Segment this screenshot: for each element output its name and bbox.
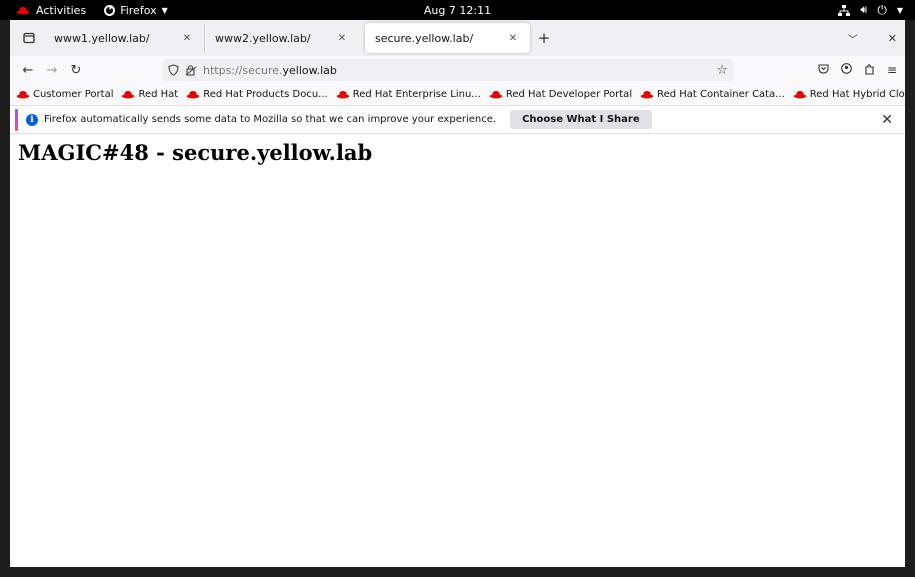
bookmarks-toolbar: Customer Portal Red Hat Red Hat Products… [10, 84, 905, 106]
toolbar-right: ≡ [818, 56, 897, 84]
bookmark-container-catalog[interactable]: Red Hat Container Cata... [640, 89, 785, 100]
app-menu-firefox[interactable]: Firefox ▼ [104, 4, 168, 17]
back-button[interactable]: ← [16, 58, 40, 82]
bookmark-red-hat[interactable]: Red Hat [121, 89, 178, 100]
extensions-icon[interactable] [864, 63, 875, 78]
network-icon [838, 4, 851, 16]
tab-www2[interactable]: www2.yellow.lab/ ✕ [204, 23, 359, 53]
plus-icon: + [537, 29, 551, 47]
volume-icon: 🔊︎ [860, 3, 868, 16]
page-heading: MAGIC#48 - secure.yellow.lab [18, 140, 373, 165]
bookmark-label: Red Hat [138, 89, 179, 100]
bookmark-label: Red Hat Enterprise Linu... [352, 89, 481, 100]
close-window-icon[interactable]: ✕ [888, 32, 897, 45]
redhat-logo-icon [122, 91, 135, 99]
firefox-view-button[interactable] [14, 23, 44, 53]
tab-title: www2.yellow.lab/ [215, 31, 311, 45]
power-icon: ⏻ [877, 2, 887, 17]
notification-message: Firefox automatically sends some data to… [44, 114, 497, 125]
bookmark-label: Red Hat Container Cata... [657, 89, 785, 100]
close-icon[interactable]: ✕ [335, 33, 349, 44]
bookmark-label: Customer Portal [33, 89, 114, 100]
activities-button[interactable]: Activities [16, 4, 86, 17]
url-bar[interactable]: https://secure.yellow.lab ☆ [162, 59, 734, 81]
page-content: MAGIC#48 - secure.yellow.lab [10, 134, 905, 171]
data-collection-notification-bar: i Firefox automatically sends some data … [10, 106, 905, 134]
pocket-icon[interactable] [818, 63, 829, 77]
activities-label: Activities [36, 3, 87, 17]
navigation-toolbar: ← → ↻ https://secure.yellow.lab ☆ ≡ [10, 56, 905, 84]
firefox-window: www1.yellow.lab/ ✕ www2.yellow.lab/ ✕ se… [10, 20, 905, 567]
firefox-icon [104, 4, 116, 16]
tracking-protection-shield-icon [168, 64, 179, 76]
tabstrip-controls: ﹀ ✕ [848, 20, 897, 56]
chevron-down-icon: ▼ [896, 5, 903, 15]
clock-label[interactable]: Aug 7 12:11 [424, 4, 491, 17]
tab-www1[interactable]: www1.yellow.lab/ ✕ [44, 23, 204, 53]
bookmark-hybrid-cloud[interactable]: Red Hat Hybrid Cloud ... [793, 89, 905, 100]
new-tab-button[interactable]: + [530, 24, 558, 52]
lock-warning-icon [185, 65, 197, 76]
tab-title: secure.yellow.lab/ [375, 31, 474, 45]
redhat-logo-icon [16, 6, 30, 14]
redhat-logo-icon [336, 91, 349, 99]
url-host: yellow.lab [282, 63, 337, 77]
redhat-logo-icon [640, 91, 654, 99]
list-all-tabs-chevron-icon[interactable]: ﹀ [848, 31, 858, 46]
system-tray[interactable]: 🔊︎ ⏻ ▼ [838, 0, 903, 20]
arrow-left-icon: ← [22, 62, 34, 78]
forward-button[interactable]: → [40, 58, 64, 82]
bookmark-label: Red Hat Hybrid Cloud ... [809, 89, 905, 100]
bookmark-enterprise-linux[interactable]: Red Hat Enterprise Linu... [336, 89, 481, 100]
choose-what-i-share-button[interactable]: Choose What I Share [510, 110, 652, 129]
close-icon[interactable]: ✕ [881, 112, 893, 128]
gnome-top-bar: Activities Firefox ▼ Aug 7 12:11 🔊︎ ⏻ ▼ [0, 0, 915, 20]
url-protocol: https://secure. [203, 63, 283, 77]
redhat-logo-icon [489, 91, 503, 99]
bookmark-label: Red Hat Developer Portal [505, 89, 633, 100]
account-icon[interactable] [841, 63, 852, 77]
arrow-right-icon: → [46, 62, 58, 78]
redhat-logo-icon [186, 91, 200, 99]
tab-strip: www1.yellow.lab/ ✕ www2.yellow.lab/ ✕ se… [10, 20, 905, 56]
info-icon: i [26, 113, 38, 126]
bookmark-star-icon[interactable]: ☆ [716, 63, 728, 78]
reload-icon: ↻ [70, 62, 82, 78]
redhat-logo-icon [793, 91, 807, 99]
bookmark-customer-portal[interactable]: Customer Portal [16, 89, 113, 100]
tab-title: www1.yellow.lab/ [54, 31, 150, 45]
tab-secure[interactable]: secure.yellow.lab/ ✕ [365, 23, 530, 53]
close-icon[interactable]: ✕ [180, 33, 194, 44]
top-bar-left: Activities Firefox ▼ [0, 4, 168, 17]
reload-button[interactable]: ↻ [64, 58, 88, 82]
close-icon[interactable]: ✕ [506, 33, 520, 44]
hamburger-menu-icon[interactable]: ≡ [887, 63, 897, 77]
url-text[interactable]: https://secure.yellow.lab [203, 64, 337, 77]
chevron-down-icon: ▼ [161, 5, 168, 15]
bookmark-developer-portal[interactable]: Red Hat Developer Portal [489, 89, 632, 100]
notification-accent-bar [15, 108, 18, 131]
redhat-logo-icon [16, 91, 30, 99]
firefox-view-icon [23, 32, 35, 44]
app-menu-label: Firefox [120, 3, 157, 17]
bookmark-label: Red Hat Products Docu... [203, 89, 328, 100]
bookmark-products-docs[interactable]: Red Hat Products Docu... [186, 89, 328, 100]
